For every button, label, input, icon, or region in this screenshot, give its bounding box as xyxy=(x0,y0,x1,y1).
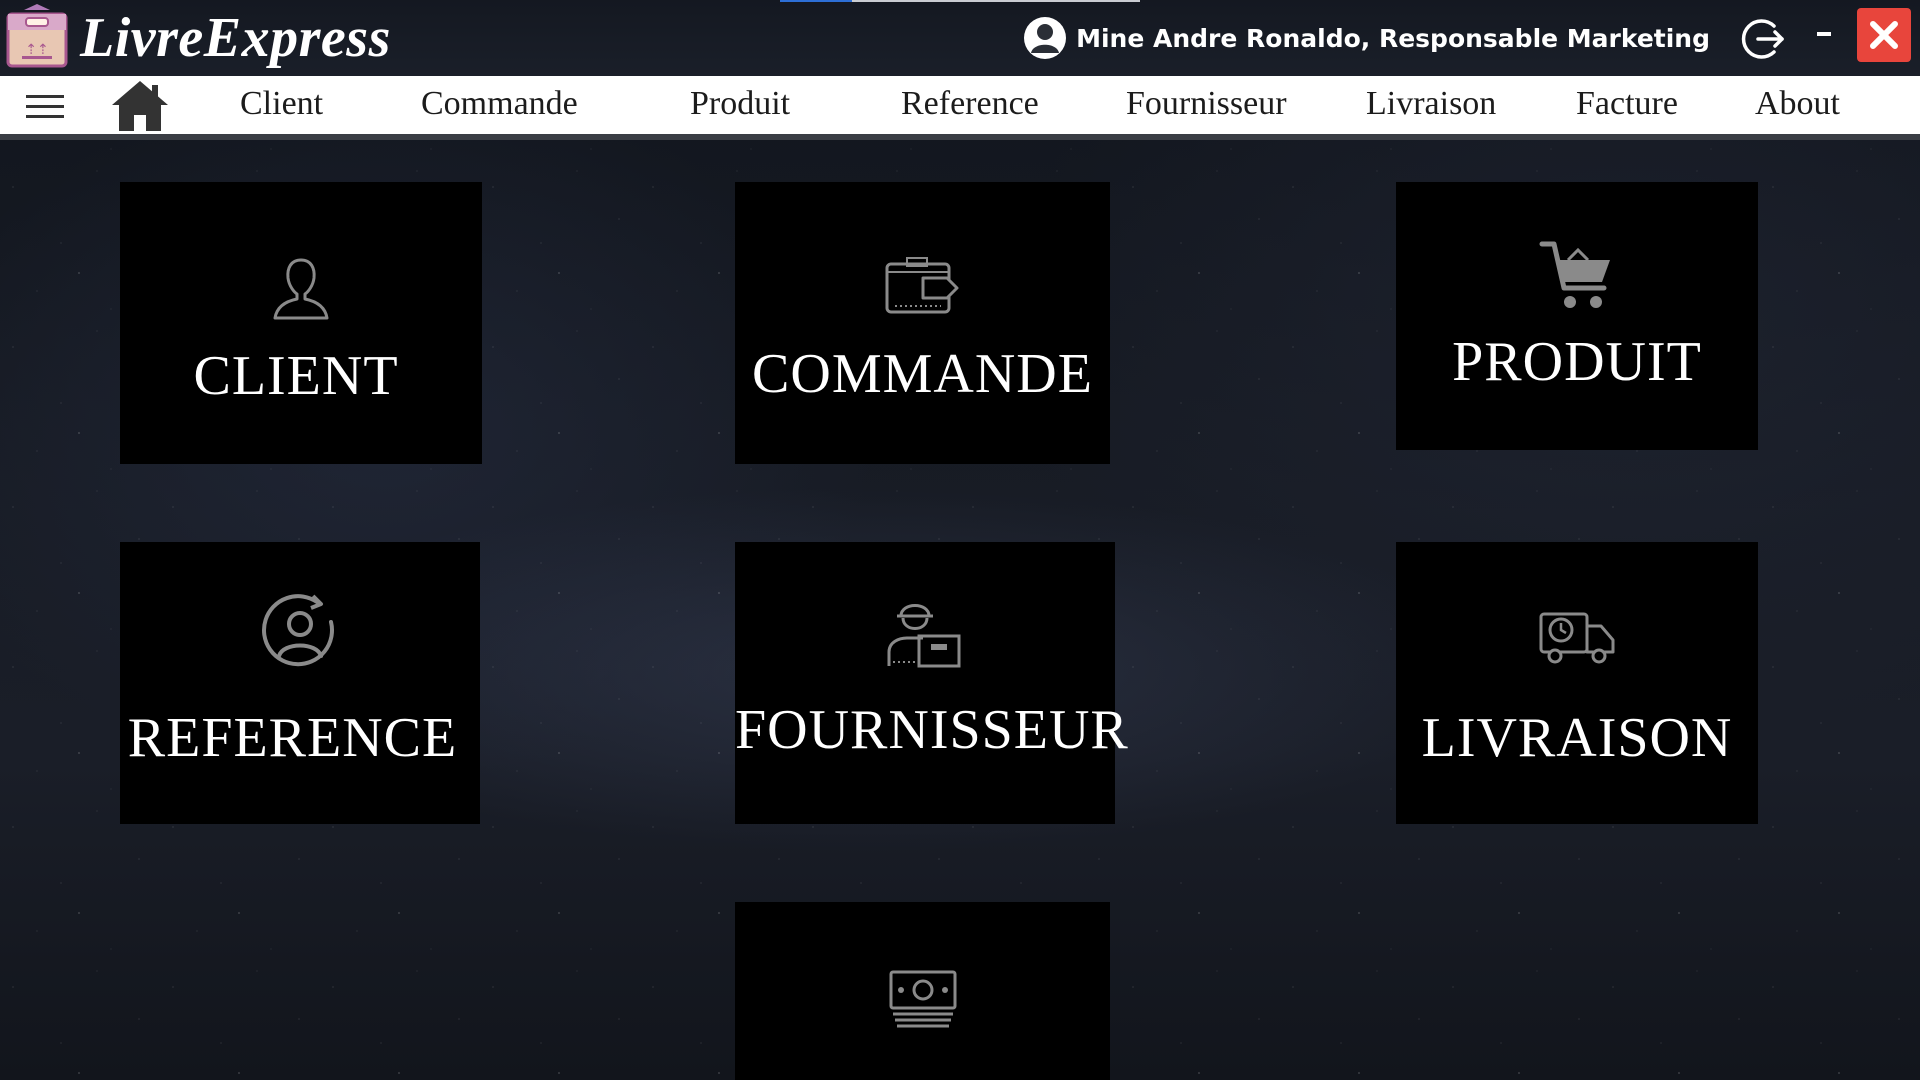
nav-item-facture[interactable]: Facture xyxy=(1576,76,1678,134)
user-name-label: Mine Andre Ronaldo, Responsable Marketin… xyxy=(1076,23,1710,53)
tile-client-label: CLIENT xyxy=(193,345,399,407)
home-icon xyxy=(112,81,168,131)
close-icon xyxy=(1870,21,1898,49)
delivery-truck-icon xyxy=(1537,608,1617,673)
nav-item-commande[interactable]: Commande xyxy=(421,76,578,134)
svg-text:⇡⇡: ⇡⇡ xyxy=(25,42,48,58)
app-title: LivreExpress xyxy=(80,7,391,69)
loading-progress-fill xyxy=(780,0,852,2)
tile-commande-label: COMMANDE xyxy=(752,343,1093,405)
tile-reference-label: REFERENCE xyxy=(127,707,458,769)
user-info: Mine Andre Ronaldo, Responsable Marketin… xyxy=(1022,16,1710,60)
wallet-icon xyxy=(883,254,963,323)
tile-facture[interactable] xyxy=(735,902,1110,1080)
minimize-button[interactable] xyxy=(1810,10,1840,50)
tile-produit-label: PRODUIT xyxy=(1452,331,1702,393)
tile-livraison-label: LIVRAISON xyxy=(1421,707,1733,769)
user-refresh-icon xyxy=(259,592,341,679)
nav-item-reference[interactable]: Reference xyxy=(901,76,1039,134)
cart-icon xyxy=(1538,238,1616,321)
tile-livraison[interactable]: LIVRAISON xyxy=(1396,542,1758,824)
loading-progress-bar xyxy=(780,0,1140,2)
tile-fournisseur[interactable]: FOURNISSEUR xyxy=(735,542,1129,824)
app-logo-icon: ⇡⇡ xyxy=(2,4,72,70)
nav-item-fournisseur[interactable]: Fournisseur xyxy=(1126,76,1287,134)
tile-produit[interactable]: PRODUIT xyxy=(1396,182,1758,450)
tile-reference[interactable]: REFERENCE xyxy=(120,542,480,824)
title-bar: ⇡⇡ LivreExpress Mine Andre Ronaldo, Resp… xyxy=(0,0,1920,76)
logout-button[interactable] xyxy=(1738,14,1788,64)
home-button[interactable] xyxy=(110,77,170,133)
nav-item-produit[interactable]: Produit xyxy=(690,76,790,134)
user-avatar-icon xyxy=(1022,15,1068,61)
menu-hamburger-icon[interactable] xyxy=(26,90,64,122)
nav-item-about[interactable]: About xyxy=(1755,76,1840,134)
tile-fournisseur-label: FOURNISSEUR xyxy=(735,699,1129,761)
logout-icon xyxy=(1741,19,1784,59)
money-icon xyxy=(887,968,959,1033)
user-icon xyxy=(269,254,333,329)
tile-commande[interactable]: COMMANDE xyxy=(735,182,1110,464)
nav-item-client[interactable]: Client xyxy=(240,76,323,134)
worker-box-icon xyxy=(885,592,965,675)
close-button[interactable] xyxy=(1857,8,1911,62)
nav-item-livraison[interactable]: Livraison xyxy=(1366,76,1496,134)
main-nav-bar: Client Commande Produit Reference Fourni… xyxy=(0,76,1920,140)
tile-client[interactable]: CLIENT xyxy=(120,182,482,464)
